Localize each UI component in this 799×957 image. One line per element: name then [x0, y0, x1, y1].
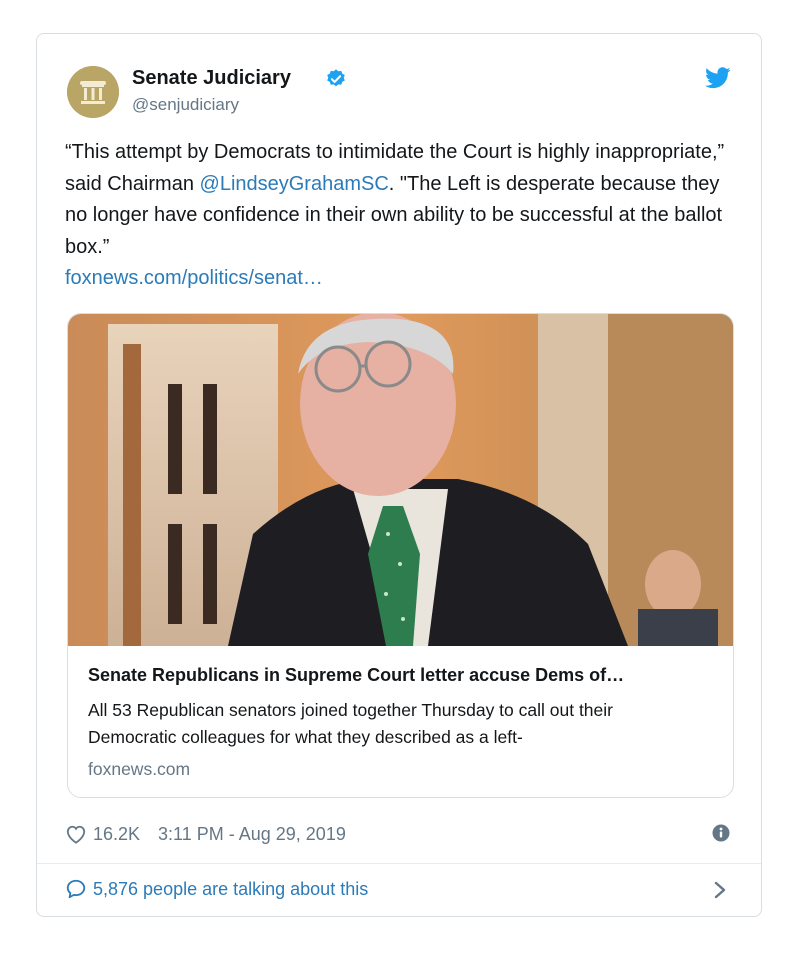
tweet-footer: 16.2K 3:11 PM - Aug 29, 2019: [65, 821, 346, 847]
article-description: All 53 Republican senators joined togeth…: [88, 700, 613, 747]
chevron-right-icon[interactable]: [713, 880, 727, 900]
heart-icon[interactable]: [65, 824, 87, 844]
article-domain: foxnews.com: [88, 759, 191, 779]
article-url-link[interactable]: foxnews.com/politics/senat…: [65, 267, 323, 289]
mention-link[interactable]: @LindseyGrahamSC: [200, 173, 389, 195]
article-photo[interactable]: [68, 314, 734, 646]
account-handle[interactable]: @senjudiciary: [132, 95, 239, 115]
speech-bubble-icon: [66, 879, 86, 899]
twitter-bird-icon[interactable]: [705, 67, 731, 89]
info-icon[interactable]: [712, 824, 730, 842]
talking-count[interactable]: 5,876 people are talking about this: [93, 879, 368, 900]
article-title[interactable]: Senate Republicans in Supreme Court lett…: [88, 665, 718, 686]
timestamp[interactable]: 3:11 PM - Aug 29, 2019: [158, 824, 346, 845]
avatar[interactable]: [67, 66, 119, 118]
tweet-card: Senate Judiciary @senjudiciary “This att…: [36, 33, 762, 917]
tweet-text: “This attempt by Democrats to intimidate…: [65, 137, 745, 295]
link-preview-card[interactable]: Senate Republicans in Supreme Court lett…: [67, 313, 734, 798]
verified-badge-icon: [327, 69, 345, 87]
like-count[interactable]: 16.2K: [93, 824, 140, 845]
account-name[interactable]: Senate Judiciary: [132, 67, 291, 90]
conversation-link[interactable]: 5,876 people are talking about this: [65, 878, 368, 900]
senate-seal-icon: [67, 66, 119, 118]
divider: [37, 863, 761, 864]
